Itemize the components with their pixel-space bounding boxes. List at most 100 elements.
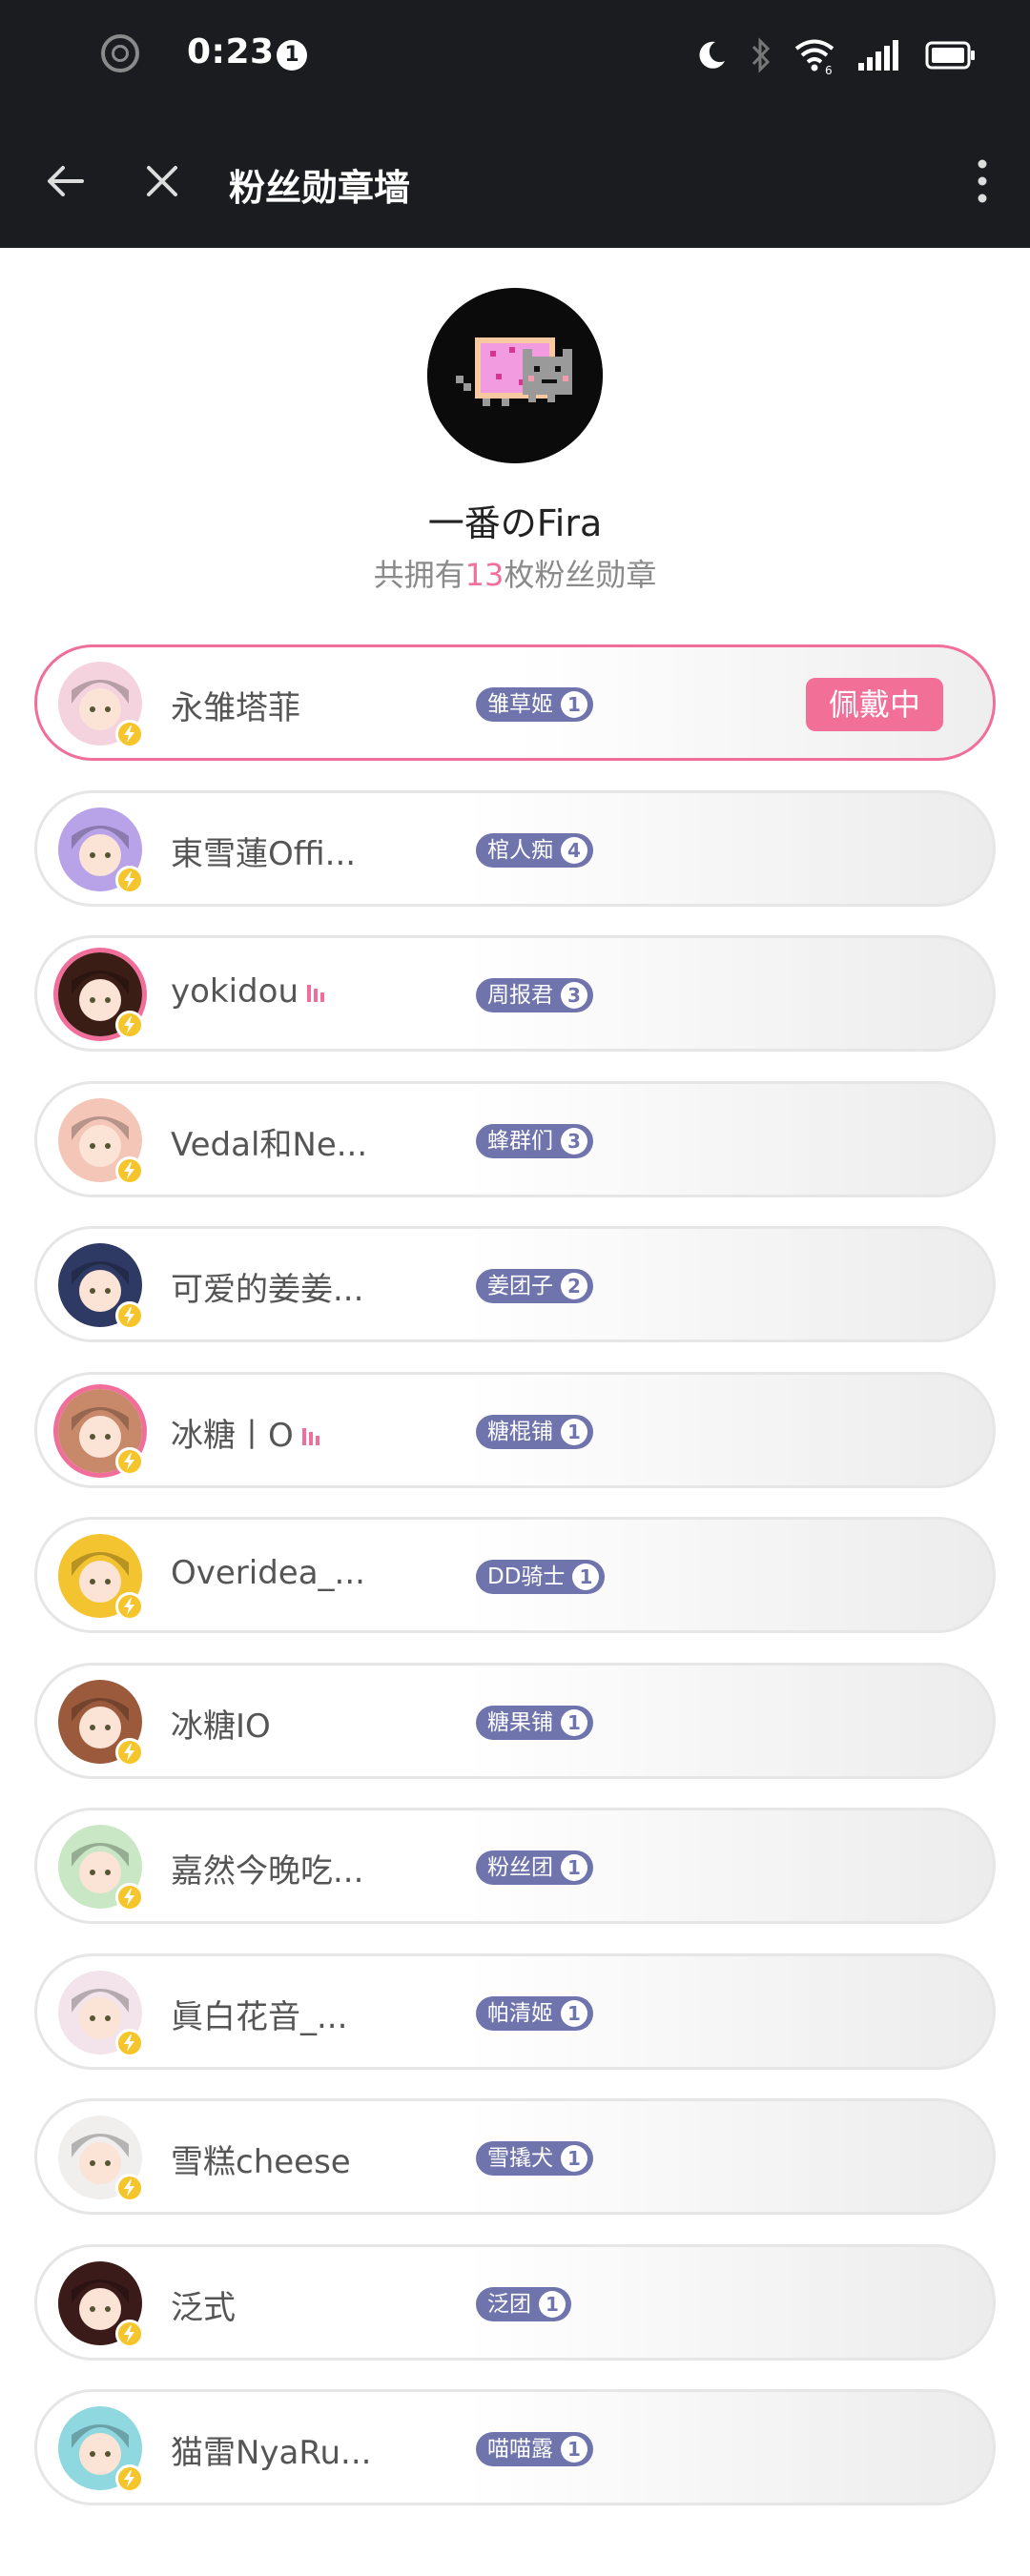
- lightning-icon: [115, 1883, 144, 1912]
- medal-row[interactable]: 東雪蓮Offi... 棺人痴 4: [34, 789, 996, 907]
- medal-badge: 棺人痴 4: [476, 832, 593, 868]
- streamer-name-text: Overidea_...: [171, 1554, 365, 1592]
- nyan-cat-avatar-image: [427, 288, 603, 463]
- medal-row[interactable]: 眞白花音_... 帕清姬 1: [34, 1952, 996, 2070]
- medal-badge-name: 雪撬犬: [487, 2146, 553, 2171]
- medal-level: 3: [561, 982, 587, 1009]
- live-bars-icon: [306, 974, 329, 1012]
- streamer-name-text: 泛式: [171, 2288, 236, 2327]
- medal-badge-name: 周报君: [487, 983, 553, 1008]
- streamer-name: 雪糕cheese: [171, 2136, 351, 2182]
- profile-avatar[interactable]: [427, 288, 603, 463]
- summary-suffix: 枚粉丝勋章: [504, 557, 657, 593]
- streamer-name-text: 眞白花音_...: [171, 1997, 348, 2036]
- live-bars-icon: [301, 1418, 324, 1456]
- streamer-name: 猫雷NyaRu...: [171, 2426, 371, 2473]
- streamer-name: Vedal和Ne...: [171, 1118, 367, 1165]
- medal-row[interactable]: 冰糖丨O 糖棍铺 1: [34, 1371, 996, 1488]
- lightning-icon: [115, 720, 144, 748]
- medal-badge: 雏草姬 1: [476, 687, 593, 722]
- medal-row[interactable]: 雪糕cheese 雪撬犬 1: [34, 2098, 996, 2215]
- lightning-icon: [115, 1011, 144, 1039]
- medal-row[interactable]: 永雏塔菲 雏草姬 1 佩戴中: [34, 644, 996, 761]
- medal-level: 3: [561, 1127, 587, 1155]
- medal-row[interactable]: 冰糖IO 糖果铺 1: [34, 1662, 996, 1779]
- streamer-name-text: 猫雷NyaRu...: [171, 2434, 372, 2472]
- wifi-icon: 6: [794, 39, 834, 74]
- medal-badge: 泛团 1: [476, 2286, 571, 2321]
- medal-row[interactable]: 猫雷NyaRu... 喵喵露 1: [34, 2389, 996, 2505]
- streamer-name: 眞白花音_...: [171, 1991, 347, 2037]
- cell-signal-icon: [858, 40, 898, 71]
- streamer-name-text: 可爱的姜姜...: [171, 1271, 364, 1309]
- medal-badge: 粉丝团 1: [476, 1850, 593, 1885]
- medal-badge-name: 糖果铺: [487, 1709, 553, 1735]
- medal-badge: 糖果铺 1: [476, 1705, 593, 1740]
- streamer-name-text: 嘉然今晚吃...: [171, 1852, 364, 1891]
- medal-row[interactable]: Vedal和Ne... 蜂群们 3: [34, 1080, 996, 1197]
- streamer-name: 冰糖丨O: [171, 1409, 324, 1457]
- medal-level: 1: [561, 1999, 587, 2027]
- lightning-icon: [115, 2464, 144, 2493]
- status-time: 0:23: [187, 32, 275, 72]
- back-arrow-icon[interactable]: [44, 160, 86, 202]
- svg-text:6: 6: [825, 64, 833, 74]
- medal-badge: DD骑士 1: [476, 1560, 606, 1594]
- medal-level: 1: [561, 1418, 587, 1445]
- medal-badge-name: 帕清姬: [487, 2000, 553, 2026]
- streamer-name: 冰糖IO: [171, 1700, 271, 1747]
- medal-badge: 喵喵露 1: [476, 2432, 593, 2466]
- close-icon[interactable]: [143, 162, 181, 200]
- streamer-name: yokidou: [171, 972, 329, 1012]
- medal-row[interactable]: yokidou 周报君 3: [34, 935, 996, 1052]
- medal-badge: 蜂群们 3: [476, 1123, 593, 1158]
- medal-level: 1: [561, 691, 587, 718]
- streamer-name-text: 東雪蓮Offi...: [171, 834, 357, 873]
- moon-icon: [699, 41, 725, 69]
- medal-badge-name: 泛团: [487, 2291, 531, 2317]
- lightning-icon: [115, 1301, 144, 1330]
- medal-count: 13: [464, 557, 505, 593]
- medal-row[interactable]: 嘉然今晚吃... 粉丝团 1: [34, 1808, 996, 1924]
- streamer-name: 永雏塔菲: [171, 682, 300, 728]
- medal-row[interactable]: 泛式 泛团 1: [34, 2243, 996, 2361]
- lightning-icon: [115, 1446, 144, 1476]
- medal-row[interactable]: Overidea_... DD骑士 1: [34, 1517, 996, 1633]
- more-vertical-icon[interactable]: [973, 158, 992, 204]
- medal-badge-name: 糖棍铺: [487, 1419, 553, 1444]
- notification-count-badge: 1: [277, 40, 307, 71]
- streamer-name: Overidea_...: [171, 1554, 365, 1592]
- medal-row[interactable]: 可爱的姜姜... 姜团子 2: [34, 1226, 996, 1342]
- streamer-name: 泛式: [171, 2281, 236, 2328]
- medal-level: 1: [539, 2290, 566, 2318]
- lightning-icon: [115, 1737, 144, 1767]
- lightning-icon: [115, 1592, 144, 1621]
- streamer-name-text: yokidou: [171, 972, 299, 1011]
- bluetooth-icon: [752, 37, 771, 73]
- streamer-name-text: 永雏塔菲: [171, 689, 300, 727]
- status-bar: 0:23 1 6: [0, 0, 1030, 114]
- lightning-icon: [115, 2028, 144, 2057]
- streamer-name-text: 冰糖丨O: [171, 1416, 294, 1455]
- battery-icon: [925, 41, 975, 70]
- streamer-name: 可爱的姜姜...: [171, 1263, 363, 1310]
- medal-badge-name: 蜂群们: [487, 1128, 553, 1154]
- profile-name: 一番のFira: [427, 502, 603, 544]
- streamer-name-text: 雪糕cheese: [171, 2143, 351, 2181]
- lightning-icon: [115, 865, 144, 894]
- medal-count-summary: 共拥有13枚粉丝勋章: [0, 551, 1030, 595]
- medal-level: 1: [561, 1708, 587, 1736]
- wearing-status-button[interactable]: 佩戴中: [806, 678, 943, 731]
- medal-level: 2: [561, 1273, 587, 1299]
- app-indicator-icon: [101, 34, 139, 72]
- medal-badge: 糖棍铺 1: [476, 1414, 593, 1449]
- medal-badge-name: 喵喵露: [487, 2437, 553, 2462]
- status-icons: 6: [694, 34, 977, 76]
- streamer-name: 東雪蓮Offi...: [171, 828, 356, 874]
- lightning-icon: [115, 2174, 144, 2202]
- medal-level: 1: [561, 2436, 587, 2463]
- medal-badge-name: DD骑士: [487, 1564, 566, 1589]
- medal-level: 1: [572, 1564, 600, 1590]
- medal-badge: 周报君 3: [476, 978, 593, 1012]
- medal-level: 1: [561, 2145, 587, 2172]
